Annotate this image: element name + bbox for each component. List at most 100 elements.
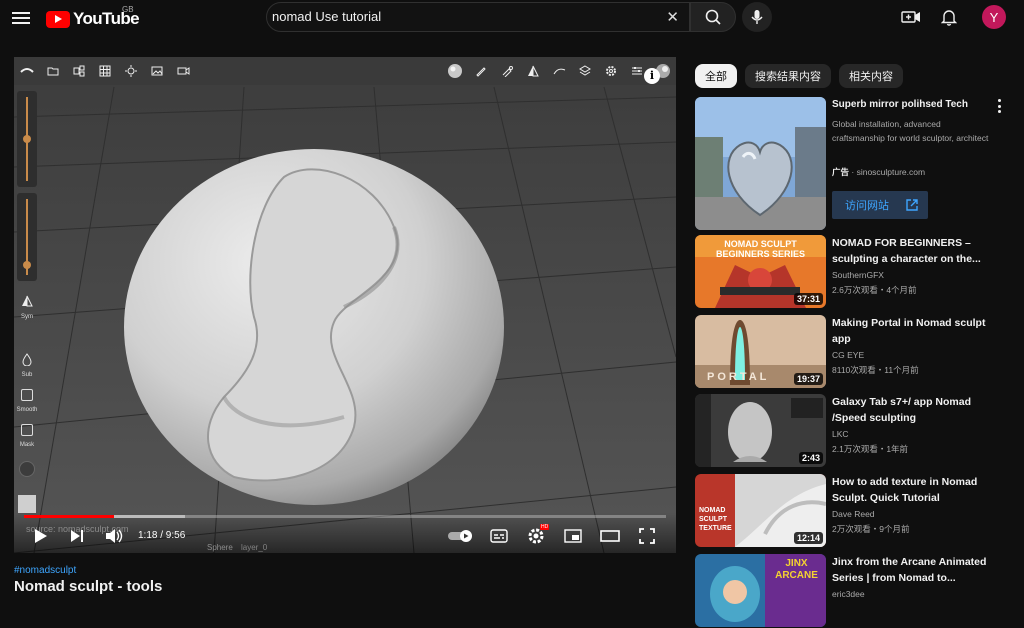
chip-related[interactable]: 相关内容 (839, 64, 903, 88)
brush-icon[interactable] (468, 57, 494, 85)
camera-icon[interactable] (170, 57, 196, 85)
channel-name[interactable]: Dave Reed (832, 509, 875, 519)
create-video-button[interactable] (900, 6, 922, 28)
next-icon (71, 530, 83, 542)
color-swatch[interactable] (18, 495, 36, 513)
mask-label: Mask (19, 442, 35, 448)
video-player[interactable]: i Sym Sub Smooth Mask source: nomadsculp… (14, 57, 676, 553)
external-link-icon (906, 199, 918, 211)
bell-icon (941, 10, 957, 26)
list-item[interactable]: JINX ARCANE Jinx from the Arcane Animate… (695, 554, 1015, 628)
menu-icon[interactable] (12, 9, 30, 27)
volume-icon (106, 529, 123, 543)
fullscreen-button[interactable] (636, 525, 658, 547)
info-icon[interactable]: i (644, 68, 660, 84)
stroke-icon[interactable] (546, 57, 572, 85)
ad-badge: 广告 (832, 167, 850, 177)
fullscreen-icon (639, 528, 655, 544)
volume-button[interactable] (103, 525, 125, 547)
search-input[interactable]: nomad Use tutorial (272, 9, 381, 24)
miniplayer-icon (564, 529, 582, 543)
layer-label: layer_0 (241, 543, 268, 552)
video-thumbnail[interactable]: JINX ARCANE (695, 554, 826, 627)
material-swatch[interactable] (19, 461, 35, 477)
material-sphere-icon[interactable] (442, 57, 468, 85)
avatar[interactable]: Y (982, 5, 1006, 29)
video-stats: 2.6万次观看・4个月前 (832, 285, 917, 295)
video-stats: 2万次观看・9个月前 (832, 524, 910, 534)
video-title[interactable]: Galaxy Tab s7+/ app Nomad /Speed sculpti… (832, 394, 992, 426)
ad-title[interactable]: Superb mirror polihsed Tech (832, 99, 968, 110)
light-icon[interactable] (118, 57, 144, 85)
layers-icon[interactable] (572, 57, 598, 85)
channel-name[interactable]: CG EYE (832, 350, 864, 360)
search-button[interactable] (690, 2, 736, 32)
symmetry-icon[interactable] (520, 57, 546, 85)
ad-card[interactable]: Superb mirror polihsed Tech Global insta… (695, 97, 1015, 232)
image-icon[interactable] (144, 57, 170, 85)
progress-bar[interactable] (24, 515, 666, 518)
video-title[interactable]: Making Portal in Nomad sculpt app (832, 315, 992, 347)
ad-domain: sinosculpture.com (856, 167, 926, 177)
video-thumbnail[interactable]: 2:43 (695, 394, 826, 467)
play-button[interactable] (30, 525, 52, 547)
visit-site-button[interactable]: 访问网站 (832, 191, 928, 219)
paint-icon[interactable] (494, 57, 520, 85)
time-display: 1:18 / 9:56 (138, 530, 186, 541)
voice-search-button[interactable] (742, 2, 772, 32)
video-stats: 8110次观看・11个月前 (832, 365, 919, 375)
folder-icon[interactable] (40, 57, 66, 85)
visit-site-label: 访问网站 (845, 200, 889, 212)
youtube-logo[interactable]: YouTube GB (46, 5, 140, 29)
sym-icon[interactable] (21, 295, 33, 307)
channel-name[interactable]: SouthernGFX (832, 270, 884, 280)
scene-icon[interactable] (66, 57, 92, 85)
video-thumbnail[interactable]: PORTAL 19:37 (695, 315, 826, 388)
sphere-label: Sphere (207, 543, 233, 552)
chip-all[interactable]: 全部 (695, 64, 737, 88)
subtitles-button[interactable] (488, 525, 510, 547)
channel-name[interactable]: LKC (832, 429, 849, 439)
theater-mode-button[interactable] (599, 525, 621, 547)
ad-description: Global installation, advanced craftsmans… (832, 119, 989, 143)
clear-search-icon[interactable]: ✕ (666, 8, 679, 26)
list-item[interactable]: 2:43 Galaxy Tab s7+/ app Nomad /Speed sc… (695, 394, 1015, 468)
video-duration: 37:31 (793, 293, 823, 305)
thumbnail-text: NOMAD SCULPT TEXTURE (699, 507, 732, 532)
subtitles-icon (490, 529, 508, 543)
subdivide-icon[interactable] (21, 353, 33, 366)
video-thumbnail[interactable]: NOMAD SCULPT TEXTURE 12:14 (695, 474, 826, 547)
next-button[interactable] (66, 525, 88, 547)
filter-chips: 全部 搜索结果内容 相关内容 (695, 64, 903, 88)
theater-icon (600, 530, 620, 542)
settings-icon[interactable] (598, 57, 624, 85)
list-item[interactable]: PORTAL 19:37 Making Portal in Nomad scul… (695, 315, 1015, 389)
hd-badge: HD (540, 524, 550, 530)
video-duration: 12:14 (793, 532, 823, 544)
nomad-logo-icon[interactable] (14, 57, 40, 85)
intensity-slider[interactable] (17, 193, 37, 281)
grid-icon[interactable] (92, 57, 118, 85)
list-item[interactable]: NOMAD SCULPT TEXTURE 12:14 How to add te… (695, 474, 1015, 548)
thumbnail-text: JINX ARCANE (775, 558, 818, 581)
radius-slider[interactable] (17, 91, 37, 187)
video-title[interactable]: NOMAD FOR BEGINNERS – sculpting a charac… (832, 235, 992, 267)
ad-thumbnail[interactable] (695, 97, 826, 230)
sub-label: Sub (21, 372, 33, 378)
channel-name[interactable]: eric3dee (832, 589, 865, 599)
search-box[interactable]: nomad Use tutorial ✕ (266, 2, 690, 32)
more-options-icon[interactable] (994, 99, 1004, 113)
thumbnail-text: PORTAL (707, 371, 770, 383)
mask-icon[interactable] (21, 424, 33, 436)
notifications-button[interactable] (938, 6, 960, 28)
autoplay-toggle[interactable] (446, 525, 476, 547)
video-title[interactable]: Jinx from the Arcane Animated Series | f… (832, 554, 992, 586)
smooth-icon[interactable] (21, 389, 33, 401)
list-item[interactable]: NOMAD SCULPT BEGINNERS SERIES 37:31 NOMA… (695, 235, 1015, 309)
video-title[interactable]: How to add texture in Nomad Sculpt. Quic… (832, 474, 992, 506)
video-thumbnail[interactable]: NOMAD SCULPT BEGINNERS SERIES 37:31 (695, 235, 826, 308)
microphone-icon (751, 10, 763, 24)
video-hashtag[interactable]: #nomadsculpt (14, 565, 76, 576)
chip-search-results[interactable]: 搜索结果内容 (745, 64, 831, 88)
miniplayer-button[interactable] (562, 525, 584, 547)
